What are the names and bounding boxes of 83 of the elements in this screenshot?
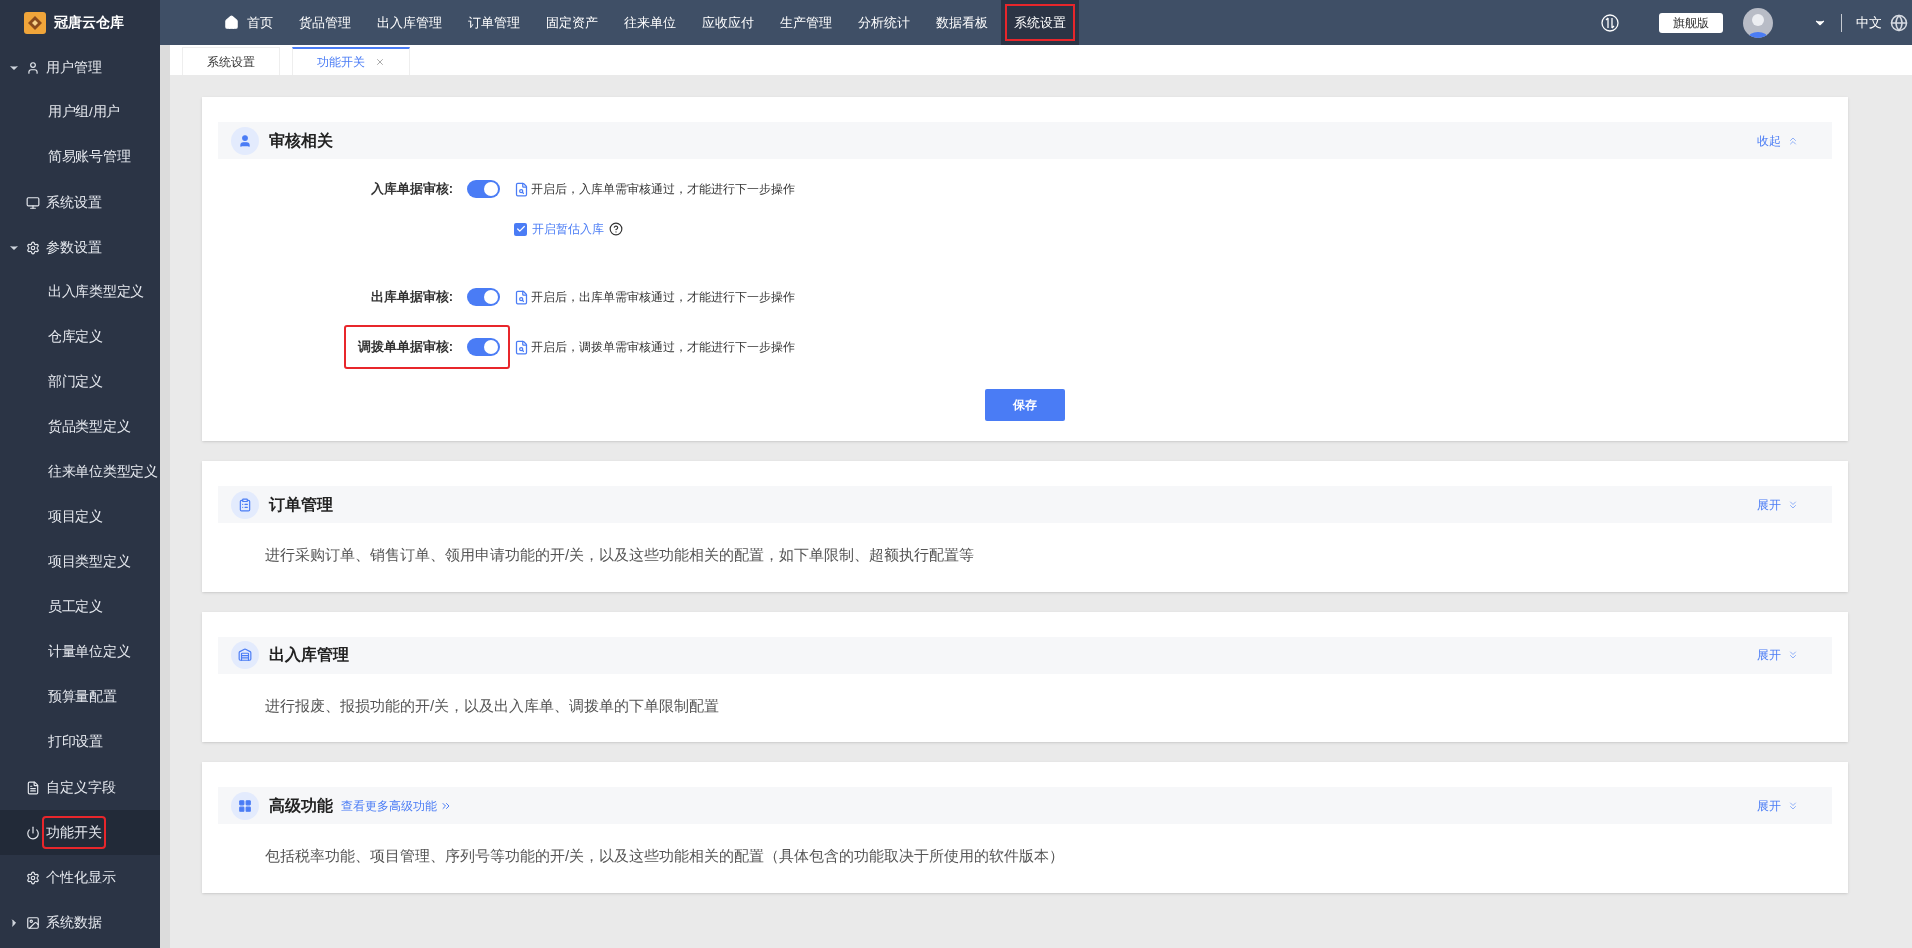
more-features-link[interactable]: 查看更多高级功能 — [341, 796, 452, 815]
toggle-switch[interactable] — [467, 338, 500, 356]
setting-hint: 开启后，入库单需审核通过，才能进行下一步操作 — [531, 181, 795, 198]
user-icon — [231, 126, 259, 155]
section-title: 出入库管理 — [269, 645, 349, 665]
document-icon — [514, 339, 529, 355]
sidebar-item[interactable]: 出入库类型定义 — [0, 270, 160, 315]
list-icon — [231, 490, 259, 519]
nav-item[interactable]: 出入库管理 — [364, 0, 455, 45]
edition-badge: 旗舰版 — [1659, 12, 1723, 33]
globe-icon[interactable] — [1890, 13, 1908, 32]
double-chevron-icon — [1787, 649, 1799, 661]
nav-item[interactable]: 货品管理 — [286, 0, 364, 45]
sidebar-item[interactable]: 项目定义 — [0, 495, 160, 540]
sidebar-item[interactable]: 功能开关 — [0, 810, 160, 855]
form-icon — [26, 780, 40, 795]
setting-hint: 开启后，出库单需审核通过，才能进行下一步操作 — [531, 289, 795, 306]
document-icon — [514, 181, 529, 197]
monitor-icon — [26, 195, 40, 210]
nav-item[interactable]: 固定资产 — [533, 0, 611, 45]
section-title: 订单管理 — [269, 494, 333, 515]
house-icon — [231, 641, 259, 669]
power-icon — [26, 825, 40, 840]
toggle-switch[interactable] — [467, 288, 500, 306]
nav-item[interactable]: 生产管理 — [767, 0, 845, 45]
sidebar-item[interactable]: 自定义字段 — [0, 765, 160, 810]
collapse-toggle[interactable]: 展开 — [1757, 646, 1799, 664]
double-chevron-icon — [1787, 799, 1799, 812]
nav-item[interactable]: 应收应付 — [689, 0, 767, 45]
image-icon — [26, 915, 40, 930]
collapse-toggle[interactable]: 展开 — [1757, 796, 1799, 815]
page-tab[interactable]: 系统设置 — [182, 47, 280, 75]
language-label[interactable]: 中文 — [1856, 12, 1882, 33]
nav-item[interactable]: 订单管理 — [455, 0, 533, 45]
section-description: 包括税率功能、项目管理、序列号等功能的开/关，以及这些功能相关的配置（具体包含的功能取决于所使用的软件版本） — [264, 846, 1066, 866]
avatar[interactable] — [1743, 7, 1773, 38]
sidebar-item[interactable]: 员工定义 — [0, 585, 160, 630]
grid-icon — [231, 791, 259, 820]
sidebar-item[interactable]: 个性化显示 — [0, 855, 160, 900]
section-title: 高级功能 — [269, 795, 333, 816]
nav-item[interactable]: 数据看板 — [923, 0, 1001, 45]
sidebar-item[interactable]: 预算量配置 — [0, 675, 160, 720]
nav-item[interactable]: 首页 — [211, 0, 286, 45]
sidebar-item[interactable]: 参数设置 — [0, 225, 160, 270]
setting-label: 入库单据审核: — [370, 180, 453, 199]
help-icon[interactable] — [609, 222, 623, 236]
sidebar-item[interactable]: 用户管理 — [0, 45, 160, 90]
nav-item[interactable]: 系统设置 — [1001, 0, 1079, 45]
collapse-toggle[interactable]: 收起 — [1757, 131, 1799, 150]
section-title: 审核相关 — [269, 130, 333, 151]
home-icon — [224, 15, 239, 30]
settings-icon — [26, 870, 40, 885]
sidebar-item[interactable]: 部门定义 — [0, 360, 160, 405]
sidebar-item[interactable]: 往来单位类型定义 — [0, 450, 160, 495]
logo-text: 冠唐云仓库 — [54, 13, 124, 32]
transfer-icon[interactable] — [1601, 13, 1619, 32]
sidebar-item[interactable]: 简易账号管理 — [0, 135, 160, 180]
settings-icon — [26, 240, 40, 255]
sidebar-item[interactable]: 货品类型定义 — [0, 405, 160, 450]
nav-item[interactable]: 往来单位 — [611, 0, 689, 45]
document-icon — [514, 289, 529, 305]
nav-item[interactable]: 分析统计 — [845, 0, 923, 45]
section-description: 进行报废、报损功能的开/关，以及出入库单、调拨单的下单限制配置 — [264, 695, 721, 716]
setting-label: 出库单据审核: — [370, 288, 453, 307]
logo-icon — [24, 11, 46, 34]
user-icon — [26, 60, 40, 75]
checkbox[interactable] — [514, 222, 527, 236]
section-description: 进行采购订单、销售订单、领用申请功能的开/关，以及这些功能相关的配置，如下单限制、超额执行配置等 — [264, 545, 976, 565]
sidebar-item[interactable]: 仓库定义 — [0, 315, 160, 360]
save-button[interactable]: 保存 — [985, 389, 1065, 421]
toggle-switch[interactable] — [467, 180, 500, 198]
page-tab[interactable]: 功能开关 — [292, 47, 410, 75]
sidebar-item[interactable]: 用户组/用户 — [0, 90, 160, 135]
sidebar-item[interactable]: 系统设置 — [0, 180, 160, 225]
checkbox-label: 开启暂估入库 — [532, 221, 604, 238]
sidebar-item[interactable]: 打印设置 — [0, 720, 160, 765]
setting-hint: 开启后，调拨单需审核通过，才能进行下一步操作 — [531, 339, 795, 356]
double-chevron-icon — [1787, 498, 1799, 511]
collapse-toggle[interactable]: 展开 — [1757, 495, 1799, 514]
sidebar-item[interactable]: 计量单位定义 — [0, 630, 160, 675]
setting-label: 调拨单单据审核: — [357, 338, 453, 357]
sidebar-item[interactable]: 系统数据 — [0, 900, 160, 945]
sidebar-item[interactable]: 项目类型定义 — [0, 540, 160, 585]
